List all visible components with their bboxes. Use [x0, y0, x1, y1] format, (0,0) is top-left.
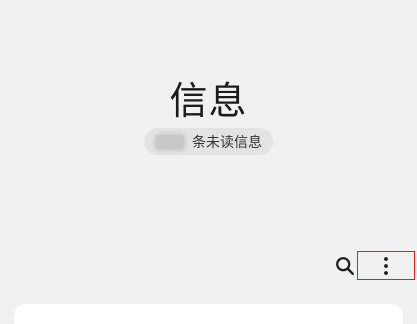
messages-screen: 信息 99 条未读信息: [0, 0, 417, 324]
message-list-card: [14, 304, 403, 324]
unread-label: 条未读信息: [192, 134, 262, 151]
unread-count-blurred: 99: [156, 134, 184, 149]
more-options-button[interactable]: [357, 251, 415, 280]
page-title: 信息: [169, 79, 248, 123]
search-icon: [336, 257, 354, 275]
unread-summary-pill: 99 条未读信息: [144, 128, 273, 155]
more-vertical-icon: [384, 256, 388, 275]
search-button[interactable]: [334, 254, 356, 278]
